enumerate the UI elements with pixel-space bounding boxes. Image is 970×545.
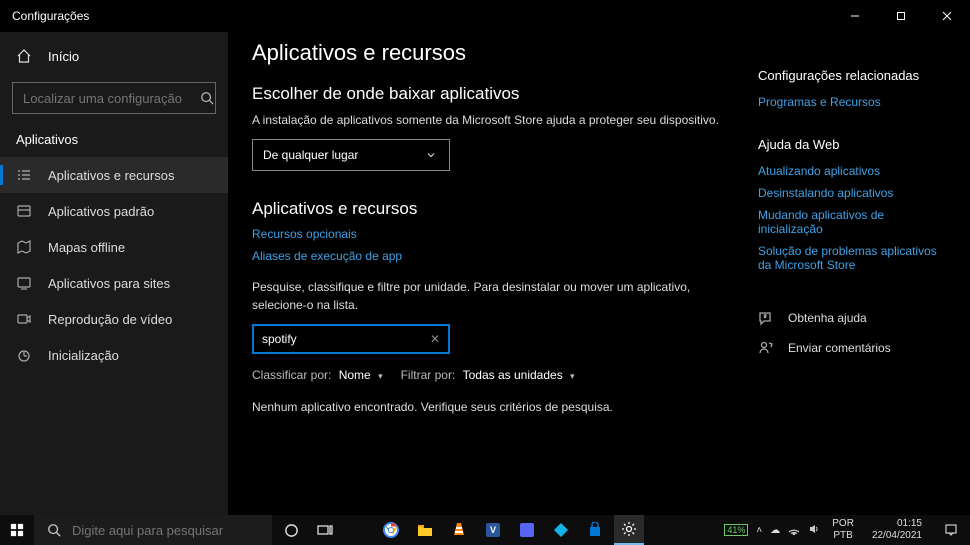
- kodi-app[interactable]: [546, 515, 576, 545]
- start-button[interactable]: [0, 523, 34, 537]
- visio-app[interactable]: V: [478, 515, 508, 545]
- maximize-button[interactable]: [878, 0, 924, 32]
- web-help-link[interactable]: Desinstalando aplicativos: [758, 186, 946, 200]
- video-icon: [16, 311, 32, 327]
- web-help-link[interactable]: Solução de problemas aplicativos da Micr…: [758, 244, 946, 272]
- download-source-heading: Escolher de onde baixar aplicativos: [252, 84, 746, 104]
- send-feedback-label: Enviar comentários: [788, 341, 891, 355]
- sidebar-item-label: Inicialização: [48, 348, 119, 363]
- explorer-app[interactable]: [410, 515, 440, 545]
- search-icon: [199, 90, 215, 106]
- taskbar-search-input[interactable]: [72, 523, 260, 538]
- chevron-down-icon: ▾: [570, 371, 575, 381]
- filter-value: Todas as unidades: [463, 368, 563, 382]
- onedrive-icon[interactable]: ☁: [770, 525, 780, 536]
- sidebar-item-offline-maps[interactable]: Mapas offline: [0, 229, 228, 265]
- clear-search-button[interactable]: ✕: [430, 332, 440, 346]
- vlc-app[interactable]: [444, 515, 474, 545]
- dropdown-value: De qualquer lugar: [263, 148, 358, 162]
- cortana-button[interactable]: [276, 515, 306, 545]
- websites-icon: [16, 275, 32, 291]
- page-title: Aplicativos e recursos: [252, 40, 746, 66]
- taskbar-search[interactable]: [34, 515, 272, 545]
- web-help-link[interactable]: Mudando aplicativos de inicialização: [758, 208, 946, 236]
- settings-app[interactable]: [614, 515, 644, 545]
- store-app[interactable]: [580, 515, 610, 545]
- battery-indicator[interactable]: 41%: [724, 524, 748, 536]
- help-icon: [758, 310, 774, 326]
- close-button[interactable]: [924, 0, 970, 32]
- sidebar-item-apps-features[interactable]: Aplicativos e recursos: [0, 157, 228, 193]
- settings-search-input[interactable]: [23, 91, 199, 106]
- sidebar-section-label: Aplicativos: [0, 122, 228, 157]
- download-source-dropdown[interactable]: De qualquer lugar: [252, 139, 450, 171]
- startup-icon: [16, 347, 32, 363]
- network-icon[interactable]: [788, 523, 800, 538]
- home-icon: [16, 48, 32, 64]
- minimize-button[interactable]: [832, 0, 878, 32]
- app-search-box[interactable]: ✕: [252, 324, 450, 354]
- filter-by-dropdown[interactable]: Filtrar por: Todas as unidades ▾: [401, 368, 575, 382]
- get-help-label: Obtenha ajuda: [788, 311, 867, 325]
- language-indicator[interactable]: POR PTB: [828, 518, 858, 542]
- chrome-app[interactable]: [376, 515, 406, 545]
- related-settings-heading: Configurações relacionadas: [758, 68, 946, 83]
- filter-label: Filtrar por:: [401, 368, 456, 382]
- discord-app[interactable]: [512, 515, 542, 545]
- defaults-icon: [16, 203, 32, 219]
- notifications-button[interactable]: [936, 523, 966, 537]
- clock[interactable]: 01:15 22/04/2021: [866, 518, 928, 542]
- window-title: Configurações: [12, 9, 832, 23]
- sidebar-item-video-playback[interactable]: Reprodução de vídeo: [0, 301, 228, 337]
- home-label: Início: [48, 49, 79, 64]
- sort-label: Classificar por:: [252, 368, 331, 382]
- chevron-down-icon: ▾: [378, 371, 383, 381]
- map-icon: [16, 239, 32, 255]
- sort-by-dropdown[interactable]: Classificar por: Nome ▾: [252, 368, 383, 382]
- web-help-heading: Ajuda da Web: [758, 137, 946, 152]
- search-icon: [46, 522, 62, 538]
- sidebar-item-label: Reprodução de vídeo: [48, 312, 172, 327]
- apps-subheading: Aplicativos e recursos: [252, 199, 746, 219]
- sidebar-item-label: Mapas offline: [48, 240, 125, 255]
- sidebar-item-label: Aplicativos e recursos: [48, 168, 174, 183]
- get-help-link[interactable]: Obtenha ajuda: [758, 310, 946, 326]
- app-execution-aliases-link[interactable]: Aliases de execução de app: [252, 249, 746, 263]
- volume-icon[interactable]: [808, 523, 820, 538]
- home-button[interactable]: Início: [0, 40, 228, 72]
- sidebar-item-label: Aplicativos padrão: [48, 204, 154, 219]
- optional-features-link[interactable]: Recursos opcionais: [252, 227, 746, 241]
- chevron-down-icon: [423, 147, 439, 163]
- settings-search[interactable]: [12, 82, 216, 114]
- tray-chevron-icon[interactable]: ˄: [756, 525, 762, 536]
- web-help-link[interactable]: Atualizando aplicativos: [758, 164, 946, 178]
- send-feedback-link[interactable]: Enviar comentários: [758, 340, 946, 356]
- sidebar-item-label: Aplicativos para sites: [48, 276, 170, 291]
- search-description: Pesquise, classifique e filtre por unida…: [252, 279, 746, 314]
- sidebar-item-apps-websites[interactable]: Aplicativos para sites: [0, 265, 228, 301]
- task-view-button[interactable]: [310, 515, 340, 545]
- no-apps-found-message: Nenhum aplicativo encontrado. Verifique …: [252, 400, 746, 414]
- programs-and-features-link[interactable]: Programas e Recursos: [758, 95, 946, 109]
- sidebar: Início Aplicativos Aplicativos e recurso…: [0, 32, 228, 515]
- app-search-input[interactable]: [262, 332, 430, 346]
- sidebar-item-startup[interactable]: Inicialização: [0, 337, 228, 373]
- feedback-icon: [758, 340, 774, 356]
- sidebar-item-default-apps[interactable]: Aplicativos padrão: [0, 193, 228, 229]
- taskbar: V 41% ˄ ☁ POR PTB 01:15 22/04/2021: [0, 515, 970, 545]
- download-source-description: A instalação de aplicativos somente da M…: [252, 112, 746, 129]
- sort-value: Nome: [339, 368, 371, 382]
- list-icon: [16, 167, 32, 183]
